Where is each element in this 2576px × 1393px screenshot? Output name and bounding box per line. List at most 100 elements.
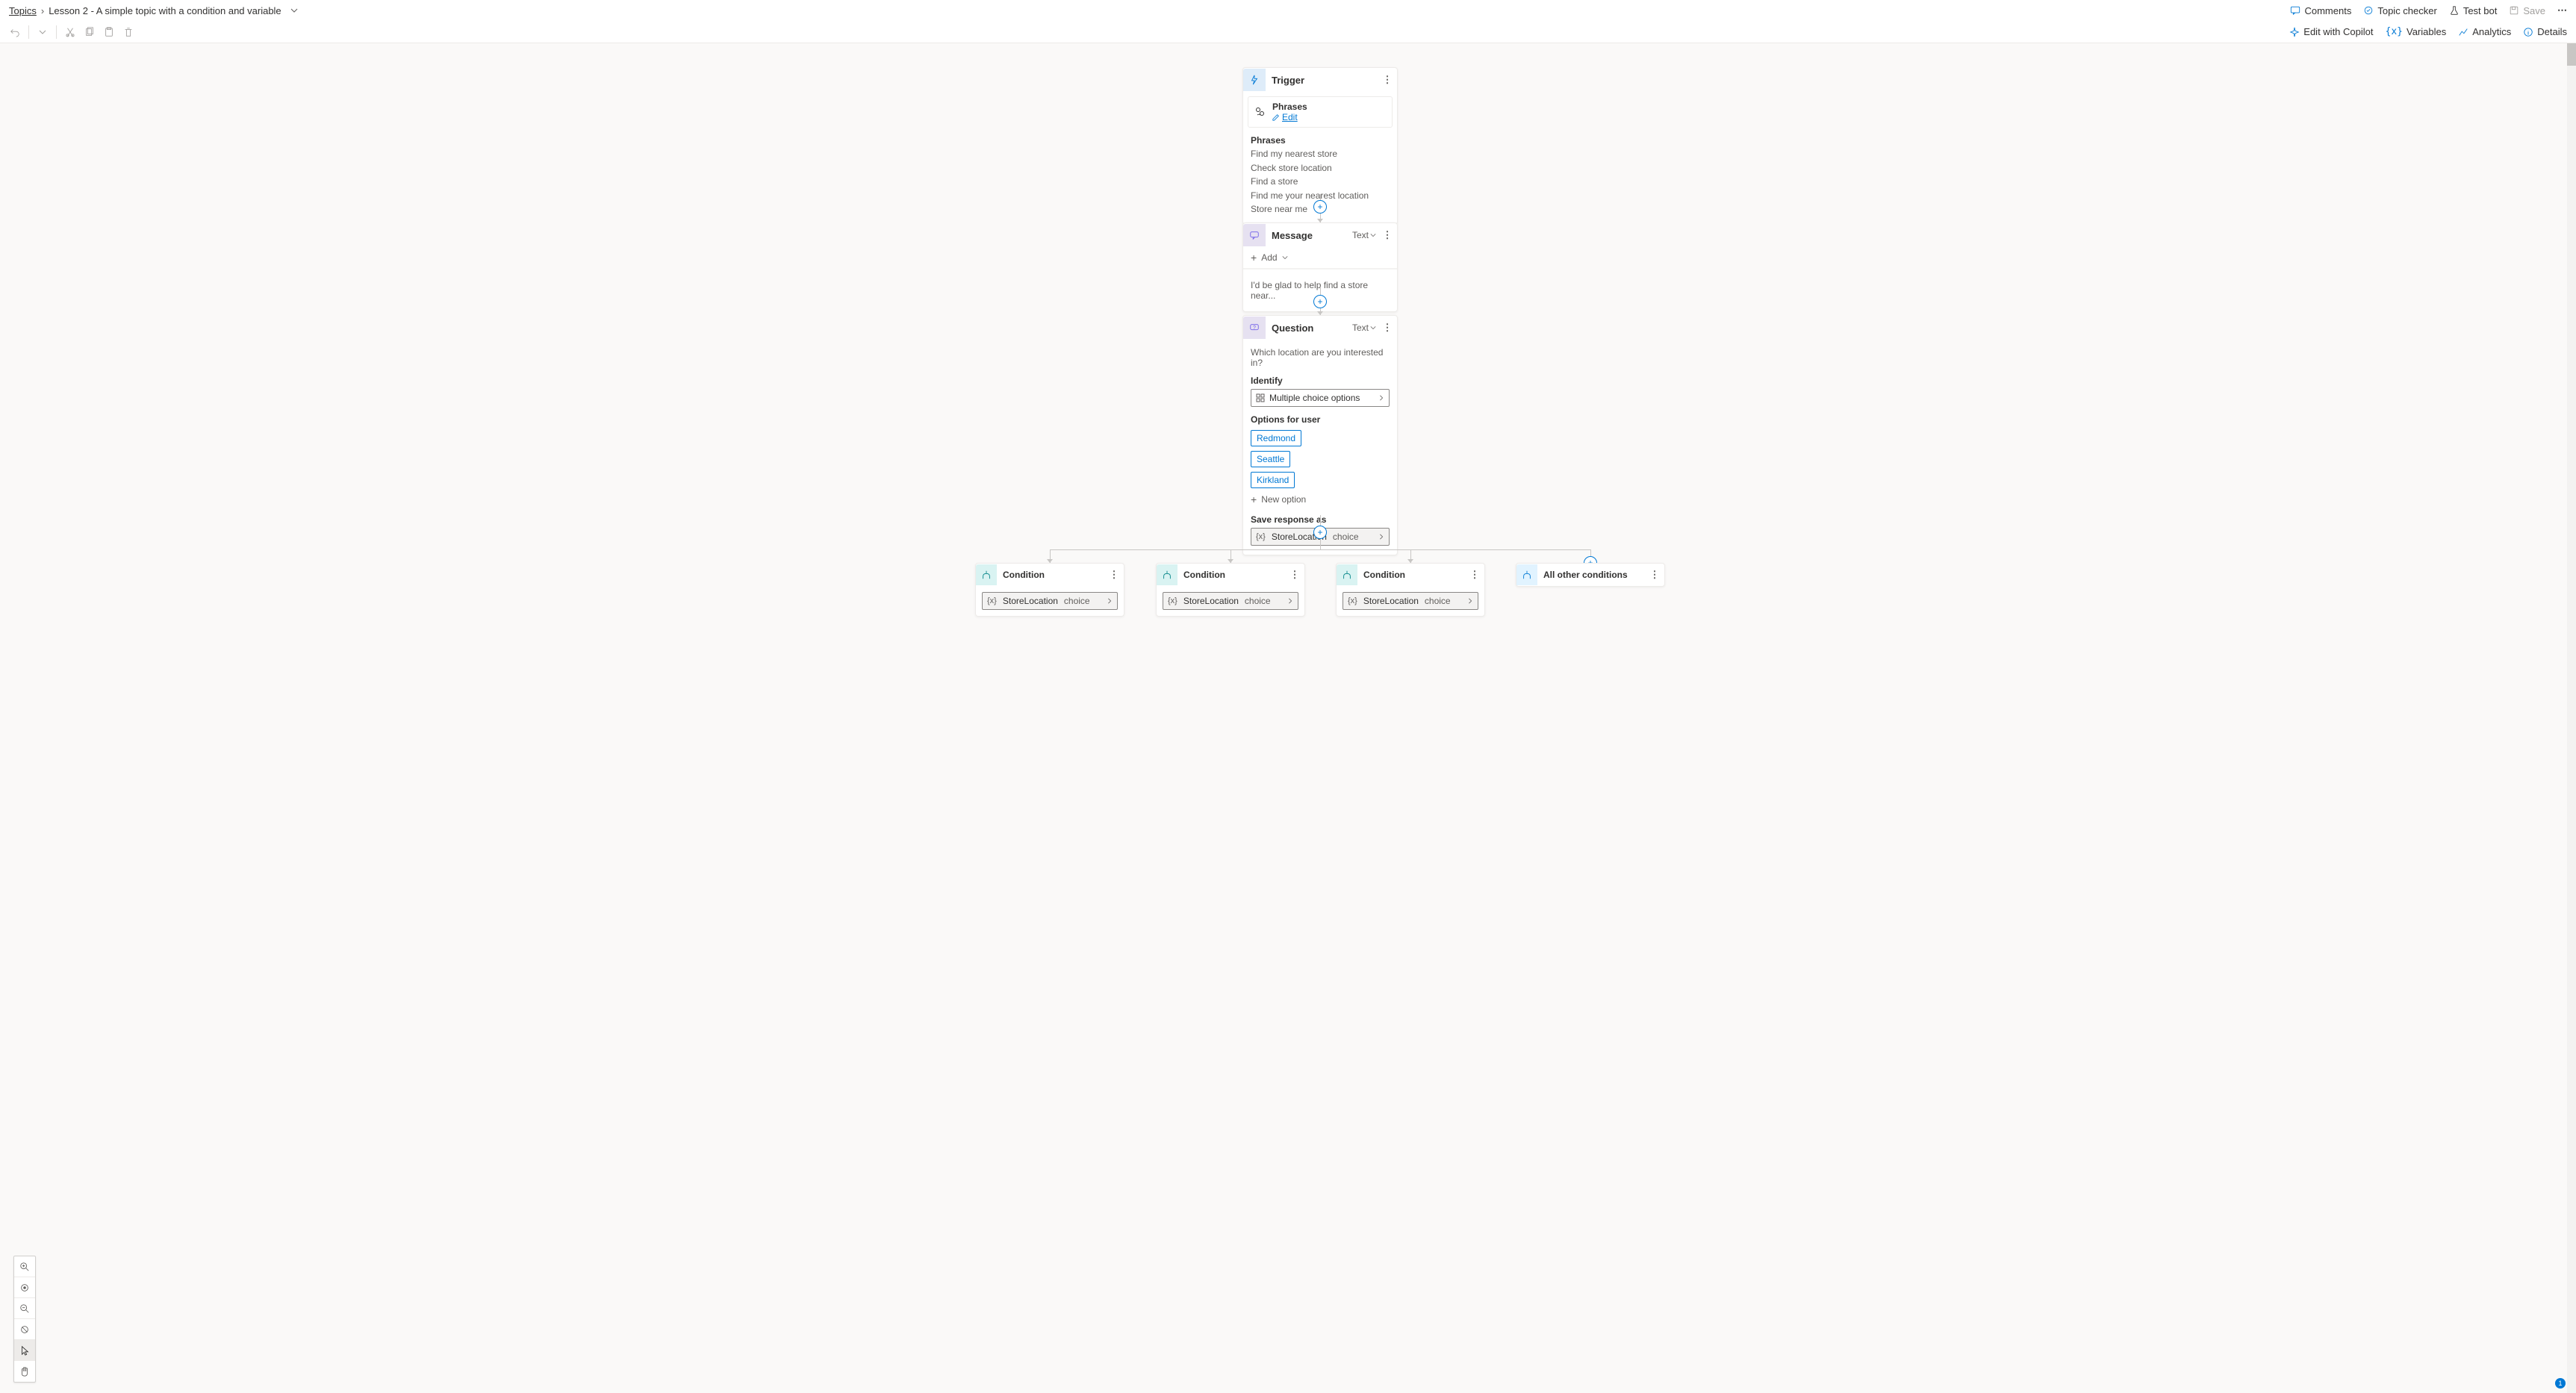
comments-label: Comments [2304,5,2351,16]
delete-button[interactable] [122,27,134,37]
fit-button[interactable] [14,1277,35,1298]
phrase-item: Check store location [1251,161,1390,175]
chevron-down-icon [1282,255,1288,261]
cut-button[interactable] [64,27,76,37]
reset-icon [19,1324,30,1335]
chevron-right-icon [1107,598,1113,604]
analytics-button[interactable]: Analytics [2458,26,2511,37]
redo-dropdown-button[interactable] [37,28,49,36]
chevron-right-icon [1378,534,1384,540]
branch-icon [976,564,997,585]
edit-copilot-label: Edit with Copilot [2303,26,2373,37]
hand-tool-button[interactable] [14,1361,35,1382]
zoom-out-button[interactable] [14,1298,35,1319]
edit-with-copilot-button[interactable]: Edit with Copilot [2289,26,2373,37]
chevron-right-icon [1378,395,1384,401]
more-actions-button[interactable]: ⋯ [2557,4,2567,16]
save-icon [2509,5,2519,16]
connector-line [1050,549,1590,550]
undo-button[interactable] [9,27,21,37]
status-indicator[interactable]: 1 [2555,1378,2566,1389]
condition-menu-button[interactable]: ⋮ [1645,569,1664,581]
condition-menu-button[interactable]: ⋮ [1285,569,1304,581]
option-chip[interactable]: Redmond [1251,430,1301,446]
cut-icon [65,27,75,37]
add-node-button[interactable]: + [1313,200,1327,214]
trigger-header: Trigger ⋮ [1243,68,1397,92]
variable-icon: {x} [1168,596,1177,605]
breadcrumb: Topics › Lesson 2 - A simple topic with … [9,5,298,16]
chevron-down-icon [290,7,298,14]
message-icon [1243,224,1266,246]
question-type-dropdown[interactable]: Text [1352,322,1376,333]
variables-button[interactable]: {x} Variables [2386,26,2447,37]
chevron-right-icon [1287,598,1293,604]
condition-header: Condition ⋮ [976,564,1124,586]
topic-checker-label: Topic checker [2377,5,2436,16]
zoom-toolbar [13,1256,36,1383]
phrase-item: Find a store [1251,175,1390,189]
test-bot-button[interactable]: Test bot [2449,5,2498,16]
trigger-title: Trigger [1266,75,1378,86]
add-node-button[interactable]: + [1313,295,1327,308]
chevron-down-icon [39,28,46,36]
fit-icon [19,1283,30,1293]
condition-title: Condition [1177,570,1285,580]
add-node-button[interactable]: + [1313,526,1327,539]
topic-checker-icon [2363,5,2374,16]
paste-button[interactable] [103,27,115,37]
question-prompt[interactable]: Which location are you interested in? [1251,347,1390,368]
variables-label: Variables [2407,26,2446,37]
option-chip[interactable]: Kirkland [1251,472,1295,488]
condition-menu-button[interactable]: ⋮ [1465,569,1484,581]
cursor-icon [19,1345,30,1356]
phrases-icon [1254,106,1266,118]
reset-zoom-button[interactable] [14,1319,35,1340]
variable-icon: {x} [1256,532,1266,541]
details-button[interactable]: Details [2523,26,2567,37]
condition-menu-button[interactable]: ⋮ [1104,569,1124,581]
message-type-dropdown[interactable]: Text [1352,230,1376,240]
options-label: Options for user [1251,414,1390,425]
comments-button[interactable]: Comments [2290,5,2351,16]
authoring-canvas: Trigger ⋮ Phrases Edit Phrases [727,43,1849,1393]
message-add-button[interactable]: + Add [1243,247,1397,269]
analytics-label: Analytics [2472,26,2511,37]
scrollbar-thumb[interactable] [2567,43,2576,66]
condition-header: Condition ⋮ [1157,564,1304,586]
select-tool-button[interactable] [14,1340,35,1361]
condition-node[interactable]: Condition ⋮ {x} StoreLocation choice [1336,563,1485,617]
all-other-conditions-node[interactable]: All other conditions ⋮ [1516,563,1665,587]
phrases-panel[interactable]: Phrases Edit [1248,96,1393,128]
details-label: Details [2537,26,2567,37]
message-menu-button[interactable]: ⋮ [1378,229,1397,241]
trigger-menu-button[interactable]: ⋮ [1378,74,1397,86]
copy-button[interactable] [84,27,96,37]
hand-icon [19,1366,30,1377]
question-menu-button[interactable]: ⋮ [1378,322,1397,334]
condition-header: Condition ⋮ [1337,564,1484,586]
test-bot-label: Test bot [2463,5,2498,16]
identify-selector[interactable]: Multiple choice options [1251,389,1390,407]
breadcrumb-root[interactable]: Topics [9,5,37,16]
message-title: Message [1266,230,1352,241]
option-chip[interactable]: Seattle [1251,451,1290,467]
new-option-button[interactable]: + New option [1251,493,1390,505]
canvas-area[interactable]: Trigger ⋮ Phrases Edit Phrases [0,43,2576,1393]
toolbar-divider [56,25,57,39]
zoom-in-button[interactable] [14,1256,35,1277]
save-button[interactable]: Save [2509,5,2545,16]
plus-icon: + [1251,252,1257,264]
condition-variable-selector[interactable]: {x} StoreLocation choice [1163,592,1298,610]
topic-checker-button[interactable]: Topic checker [2363,5,2436,16]
condition-variable-selector[interactable]: {x} StoreLocation choice [982,592,1118,610]
breadcrumb-dropdown[interactable] [290,5,298,16]
phrase-item: Find my nearest store [1251,147,1390,161]
info-icon [2523,27,2533,37]
condition-variable-selector[interactable]: {x} StoreLocation choice [1343,592,1478,610]
condition-node[interactable]: Condition ⋮ {x} StoreLocation choice [975,563,1124,617]
vertical-scrollbar[interactable] [2567,43,2576,1393]
edit-phrases-link[interactable]: Edit [1272,112,1386,122]
zoom-out-icon [19,1303,30,1314]
condition-node[interactable]: Condition ⋮ {x} StoreLocation choice [1156,563,1305,617]
